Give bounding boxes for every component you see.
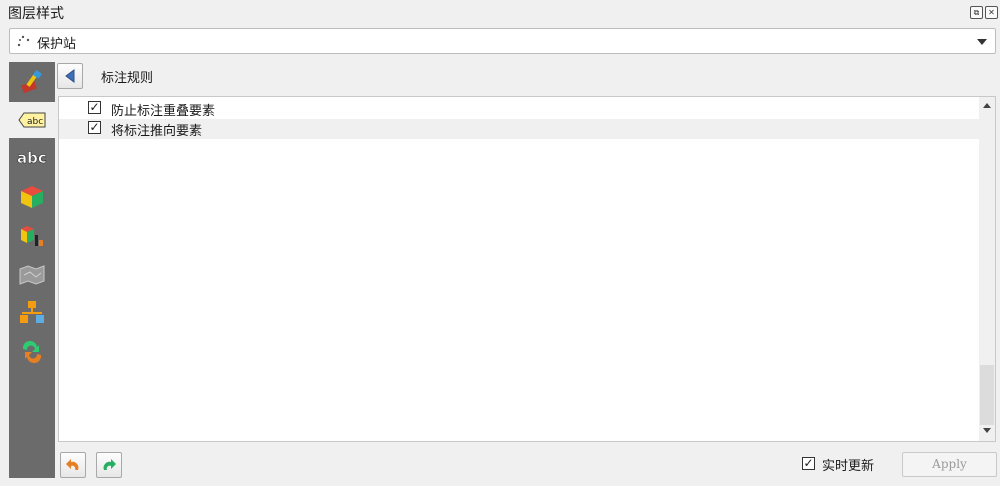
panel-title: 图层样式 bbox=[8, 6, 64, 22]
close-icon[interactable]: ✕ bbox=[985, 6, 998, 19]
sidebar-item-labels[interactable]: abc bbox=[9, 102, 55, 138]
scroll-up-icon[interactable] bbox=[983, 103, 991, 108]
apply-button[interactable]: Apply bbox=[902, 452, 997, 477]
list-item[interactable]: ✓ 将标注推向要素 bbox=[59, 119, 981, 139]
sidebar-item-masks[interactable]: abc bbox=[9, 140, 55, 176]
vertical-scrollbar[interactable] bbox=[979, 97, 995, 441]
point-layer-icon bbox=[17, 35, 30, 47]
diagram-icon bbox=[21, 226, 43, 246]
panel-titlebar: 图层样式 ⧉ ✕ bbox=[0, 0, 1000, 26]
chevron-down-icon bbox=[977, 39, 987, 45]
abc-label-icon: abc bbox=[18, 112, 46, 128]
back-arrow-icon bbox=[65, 69, 75, 83]
undo-button[interactable] bbox=[60, 452, 86, 478]
svg-text:abc: abc bbox=[17, 149, 47, 167]
cube-icon bbox=[21, 186, 43, 208]
live-update-checkbox[interactable]: ✓ bbox=[802, 457, 815, 470]
history-icon bbox=[22, 340, 42, 364]
sidebar-item-history[interactable] bbox=[9, 334, 55, 370]
sidebar-item-fields[interactable] bbox=[9, 295, 55, 331]
style-sidebar: abc abc bbox=[9, 62, 55, 478]
sidebar-item-3d[interactable] bbox=[9, 179, 55, 215]
sidebar-item-symbology[interactable] bbox=[9, 64, 55, 100]
undo-icon bbox=[66, 459, 79, 470]
layer-name: 保护站 bbox=[37, 37, 77, 52]
sidebar-item-diagrams[interactable] bbox=[9, 218, 55, 254]
brush-icon bbox=[21, 69, 42, 94]
page-title: 标注规则 bbox=[101, 71, 154, 86]
float-icon[interactable]: ⧉ bbox=[970, 6, 983, 19]
redo-button[interactable] bbox=[96, 452, 122, 478]
rules-list[interactable]: ✓ 防止标注重叠要素 ✓ 将标注推向要素 bbox=[58, 96, 996, 442]
map-icon bbox=[19, 265, 45, 285]
layer-combobox[interactable]: 保护站 bbox=[9, 28, 996, 54]
redo-icon bbox=[103, 459, 116, 470]
rule-checkbox[interactable]: ✓ bbox=[88, 101, 101, 114]
list-item[interactable]: ✓ 防止标注重叠要素 bbox=[59, 99, 981, 119]
scroll-thumb[interactable] bbox=[980, 365, 994, 425]
back-button[interactable] bbox=[57, 63, 83, 89]
hierarchy-icon bbox=[20, 301, 44, 323]
rule-checkbox[interactable]: ✓ bbox=[88, 121, 101, 134]
rule-label: 防止标注重叠要素 bbox=[111, 104, 216, 119]
sidebar-item-rendering[interactable] bbox=[9, 256, 55, 292]
svg-text:abc: abc bbox=[27, 117, 43, 127]
abc-mask-icon: abc bbox=[17, 149, 47, 168]
scroll-down-icon[interactable] bbox=[983, 428, 991, 433]
live-update-label: 实时更新 bbox=[822, 459, 875, 474]
rule-label: 将标注推向要素 bbox=[111, 124, 203, 139]
